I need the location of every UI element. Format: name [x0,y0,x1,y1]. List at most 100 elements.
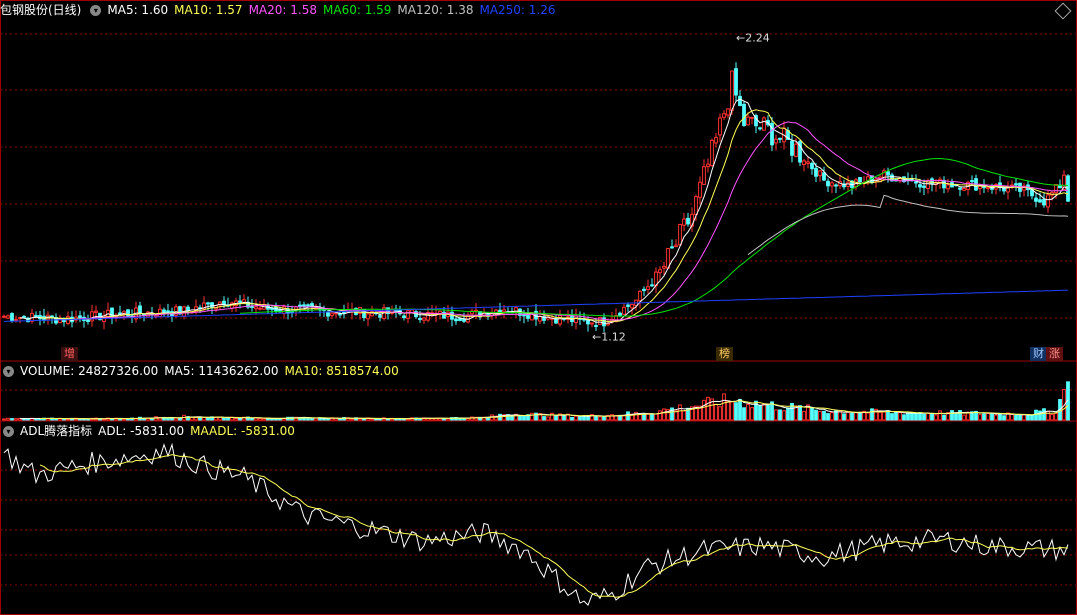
candle-body [642,288,646,292]
candle-body [1054,183,1058,194]
volume-bar [194,417,198,421]
volume-bar [882,411,886,421]
candle-body [118,312,122,315]
volume-bar [1018,415,1022,421]
candle-body [858,176,862,183]
tag-cai[interactable]: 财 [1030,347,1047,361]
ma60-label: MA60: 1.59 [323,3,392,17]
candle-body [302,304,306,307]
volume-bar [594,415,598,421]
stock-title[interactable]: 包钢股份(日线) [0,1,81,19]
volume-bar [102,418,106,421]
candle-body [94,310,98,313]
volume-bar [702,399,706,421]
volume-bar [978,414,982,421]
candle-body [818,170,822,177]
candle-body [778,137,782,140]
volume-bar [858,411,862,421]
volume-bar [926,412,930,421]
candle-body [730,70,734,111]
collapse-icon[interactable]: ▾ [3,425,14,437]
candle-body [406,310,410,319]
volume-bar [602,416,606,421]
candle-body [10,313,14,322]
candle-body [930,178,934,185]
collapse-icon[interactable]: ▾ [90,4,102,16]
volume-bar [234,417,238,421]
volume-bar [958,410,962,421]
volume-bar [198,417,202,421]
tag-zeng[interactable]: 增 [61,347,78,361]
volume-bar [990,412,994,421]
volume-bar [766,403,770,421]
candle-body [922,185,926,188]
candle-body [942,180,946,189]
volume-bar [894,411,898,421]
volume-bar [518,415,522,421]
volume-bar [774,409,778,421]
tag-bang[interactable]: 榜 [716,347,733,361]
volume-bar [726,400,730,421]
candle-body [666,247,670,269]
volume-bar [226,417,230,421]
chart-frame [0,0,1077,615]
candle-body [830,182,834,187]
candle-body [1038,199,1042,203]
volume-bar [522,415,526,421]
maadl-line [39,454,1069,598]
candle-body [14,318,18,321]
volume-ma5-label: MA5: 11436262.00 [164,364,279,378]
candle-body [1034,197,1038,202]
volume-bar [878,411,882,421]
volume-bar [1046,410,1050,421]
volume-bar [350,418,354,421]
volume-bar [914,412,918,421]
volume-bar [1030,414,1034,421]
candle-body [714,136,718,144]
volume-bar [706,396,710,421]
candle-body [686,217,690,225]
candle-body [794,143,798,157]
volume-bar [750,407,754,421]
candle-body [298,304,302,307]
volume-bar [830,412,834,421]
candle-body [342,311,346,314]
maadl-label: MAADL: -5831.00 [190,424,295,438]
collapse-icon[interactable]: ▾ [3,365,14,377]
volume-bar [870,408,874,421]
candle-body [238,300,242,303]
volume-bar [950,410,954,421]
candle-body [1066,175,1070,202]
volume-bar [322,418,326,421]
candle-body [1042,198,1046,206]
volume-bar [922,413,926,421]
candle-body [622,306,626,315]
candle-body [454,318,458,322]
volume-bar [598,416,602,421]
volume-bar [546,416,550,421]
volume-bar [2,418,6,421]
volume-bar [898,412,902,421]
volume-bar [994,414,998,421]
candle-body [326,312,330,317]
candle-body [618,312,622,317]
volume-bar [10,418,14,421]
volume-bar [574,415,578,421]
candle-body [250,305,254,308]
candle-body [86,319,90,322]
adl-title[interactable]: ADL腾落指标 [20,422,92,440]
stock-chart[interactable]: ←2.24 ←1.12 [0,0,1077,615]
volume-bar [554,415,558,421]
candle-body [702,166,706,185]
volume-bar [842,413,846,421]
candle-body [918,184,922,188]
volume-bar [1038,410,1042,421]
ma250-label: MA250: 1.26 [479,3,556,17]
candle-body [834,184,838,187]
volume-bar [570,416,574,421]
volume-bar [738,398,742,421]
candle-body [138,305,142,314]
tag-zhang[interactable]: 涨 [1046,347,1063,361]
candle-body [586,319,590,325]
volume-bar [810,407,814,421]
